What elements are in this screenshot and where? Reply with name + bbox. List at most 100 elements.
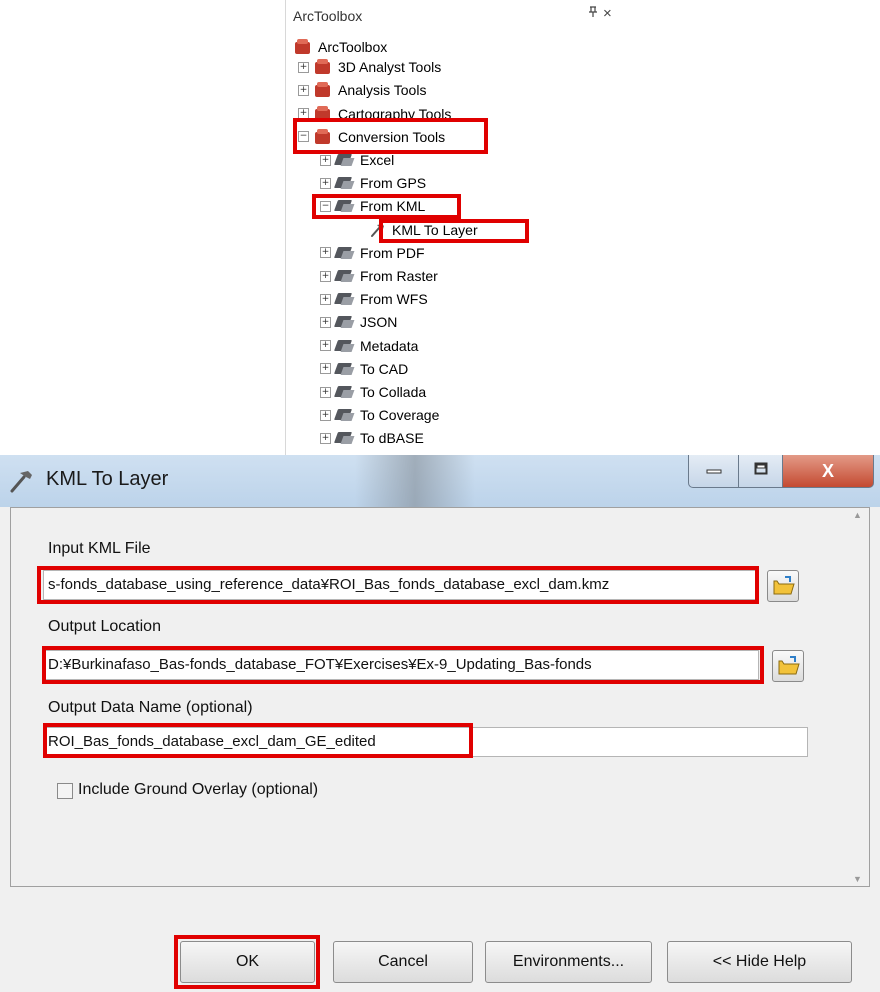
- tree-toolset[interactable]: + To Collada: [320, 381, 426, 403]
- tree-label: Cartography Tools: [338, 105, 452, 122]
- toolset-icon: [333, 152, 355, 168]
- tree-label: To dBASE: [360, 430, 424, 447]
- close-icon: X: [821, 460, 834, 481]
- toolset-icon: [333, 268, 355, 284]
- tree-label: To Collada: [360, 384, 427, 400]
- tree-item[interactable]: + Analysis Tools: [298, 79, 426, 101]
- tree-toolset[interactable]: + To Coverage: [320, 404, 439, 426]
- expand-toggle-icon[interactable]: +: [320, 177, 331, 189]
- expand-toggle-icon[interactable]: +: [320, 293, 331, 305]
- hammer-icon: [8, 467, 36, 495]
- tree-label: Excel: [360, 152, 395, 168]
- toolset-icon: [333, 430, 355, 446]
- tree-label: 3D Analyst Tools: [338, 59, 442, 75]
- browse-input-kml-button[interactable]: [767, 570, 799, 602]
- expand-toggle-icon[interactable]: +: [320, 316, 331, 328]
- expand-toggle-icon[interactable]: −: [320, 200, 331, 212]
- tree-toolset[interactable]: + Metadata: [320, 335, 418, 357]
- expand-toggle-icon[interactable]: +: [320, 247, 331, 259]
- output-location-field[interactable]: D:¥Burkinafaso_Bas-fonds_database_FOT¥Ex…: [43, 650, 759, 680]
- toolset-icon: [333, 361, 355, 377]
- hammer-icon: [371, 223, 384, 237]
- toolbox-title: ArcToolbox: [293, 8, 363, 24]
- dialog-titlebar: KML To Layer X: [0, 455, 880, 507]
- toolbox-folder-icon: [294, 39, 312, 55]
- expand-toggle-icon[interactable]: +: [320, 432, 331, 444]
- tree-toolset[interactable]: − From KML: [320, 195, 425, 217]
- toolset-icon: [333, 407, 355, 423]
- expand-toggle-icon[interactable]: +: [320, 270, 331, 282]
- tree-label: To CAD: [360, 360, 409, 377]
- minimize-icon: [706, 462, 722, 480]
- open-folder-icon: [773, 576, 795, 595]
- scroll-down-arrow-icon[interactable]: ▼: [853, 874, 862, 884]
- expand-toggle-icon[interactable]: +: [320, 363, 331, 375]
- tree-label: From PDF: [360, 244, 425, 261]
- expand-toggle-icon[interactable]: +: [320, 409, 331, 421]
- expand-toggle-icon[interactable]: −: [298, 131, 309, 143]
- browse-output-location-button[interactable]: [772, 650, 804, 682]
- tree-label: JSON: [360, 314, 398, 331]
- output-data-name-field[interactable]: ROI_Bas_fonds_database_excl_dam_GE_edite…: [43, 727, 808, 757]
- tree-toolset[interactable]: + From Raster: [320, 265, 438, 287]
- maximize-icon: [754, 462, 768, 481]
- tree-toolset[interactable]: + From PDF: [320, 242, 425, 264]
- tree-label: From GPS: [360, 175, 427, 192]
- toolbox-titlebar: ArcToolbox ×: [286, 0, 626, 34]
- input-kml-label: Input KML File: [48, 540, 151, 557]
- tree-toolset[interactable]: + From WFS: [320, 288, 428, 310]
- toolset-icon: [333, 175, 355, 191]
- tree-item[interactable]: + Cartography Tools: [298, 103, 451, 125]
- tree-root-arctoolbox[interactable]: ArcToolbox: [294, 36, 387, 58]
- tree-label: From Raster: [360, 268, 438, 284]
- toolset-icon: [333, 384, 355, 400]
- tree-label: ArcToolbox: [318, 39, 388, 55]
- toolbox-icon: [314, 82, 332, 98]
- open-folder-icon: [778, 656, 800, 675]
- tree-label: Metadata: [360, 337, 419, 354]
- expand-toggle-icon[interactable]: +: [298, 61, 309, 73]
- output-data-name-label: Output Data Name (optional): [48, 699, 253, 716]
- scroll-up-arrow-icon[interactable]: ▲: [853, 510, 862, 520]
- output-location-label: Output Location: [48, 618, 161, 635]
- vertical-scrollbar[interactable]: ▲ ▼: [849, 510, 867, 884]
- tree-item[interactable]: − Conversion Tools: [298, 126, 445, 148]
- toolbox-icon: [314, 59, 332, 75]
- minimize-button[interactable]: [688, 455, 740, 488]
- ground-overlay-checkbox[interactable]: [57, 783, 73, 799]
- tree-toolset[interactable]: + To dBASE: [320, 427, 424, 449]
- ok-button[interactable]: OK: [180, 941, 315, 983]
- toolbox-close-icon[interactable]: ×: [603, 5, 612, 22]
- expand-toggle-icon[interactable]: +: [298, 108, 309, 120]
- environments-button[interactable]: Environments...: [485, 941, 652, 983]
- tree-toolset[interactable]: + Excel: [320, 149, 394, 171]
- tree-tool-kml-to-layer[interactable]: KML To Layer: [370, 219, 478, 241]
- hide-help-button[interactable]: << Hide Help: [667, 941, 852, 983]
- window-close-button[interactable]: X: [782, 455, 874, 488]
- background-shape: [355, 455, 475, 507]
- dialog-title: KML To Layer: [46, 468, 169, 490]
- expand-toggle-icon[interactable]: +: [320, 386, 331, 398]
- tree-label: To Coverage: [360, 407, 440, 424]
- expand-toggle-icon[interactable]: +: [298, 84, 309, 96]
- ground-overlay-label: Include Ground Overlay (optional): [78, 781, 319, 798]
- tree-label: Analysis Tools: [338, 82, 427, 99]
- expand-toggle-icon[interactable]: +: [320, 340, 331, 352]
- tree-label: From WFS: [360, 291, 428, 308]
- tree-item[interactable]: +3D Analyst Tools: [298, 56, 441, 78]
- tree-label: From KML: [360, 198, 426, 215]
- tree-toolset[interactable]: + To CAD: [320, 358, 408, 380]
- toolset-icon: [333, 338, 355, 354]
- input-kml-field[interactable]: s-fonds_database_using_reference_data¥RO…: [43, 570, 759, 600]
- tree-toolset[interactable]: + From GPS: [320, 172, 426, 194]
- maximize-button[interactable]: [738, 455, 784, 488]
- arctoolbox-panel: ArcToolbox × ArcToolbox +3D Analyst Tool…: [285, 0, 626, 455]
- tree-toolset[interactable]: + JSON: [320, 311, 397, 333]
- toolset-icon: [333, 291, 355, 307]
- toolset-icon: [333, 314, 355, 330]
- dialog-body: ▲ ▼: [10, 507, 870, 887]
- expand-toggle-icon[interactable]: +: [320, 154, 331, 166]
- cancel-button[interactable]: Cancel: [333, 941, 473, 983]
- pin-icon[interactable]: [588, 6, 598, 21]
- toolbox-icon: [314, 105, 332, 122]
